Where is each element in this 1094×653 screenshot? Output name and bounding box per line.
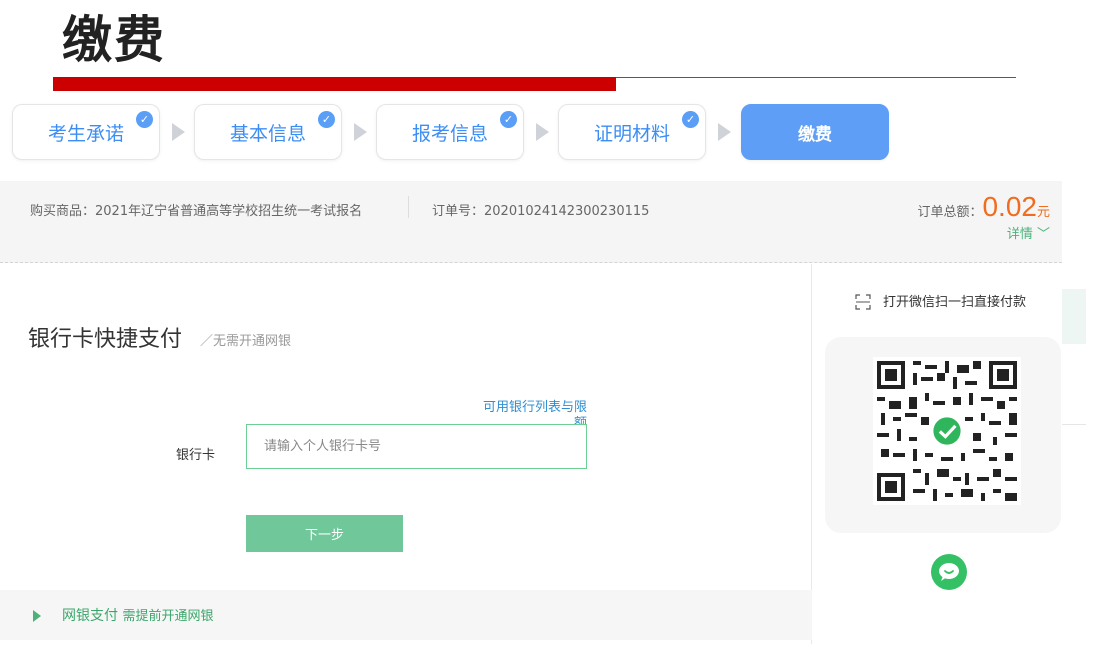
chevron-down-icon: ﹀ <box>1036 227 1050 242</box>
order-detail-toggle[interactable]: 详情 ﹀ <box>1007 223 1050 242</box>
title-rule-accent <box>53 77 616 91</box>
card-label: 银行卡 <box>176 448 216 463</box>
step-payment[interactable]: 缴费 <box>741 104 889 160</box>
order-number: 订单号：20201024142300230115 <box>432 204 650 219</box>
wechat-tip: 打开微信扫一扫直接付款 <box>883 295 1027 310</box>
divider <box>1062 424 1086 425</box>
page-title: 缴费 <box>62 11 166 69</box>
divider <box>408 196 409 218</box>
step-label: 基本信息 <box>229 122 306 145</box>
triangle-right-icon <box>33 610 41 622</box>
bank-card-pay-panel: 银行卡快捷支付 ／无需开通网银 可用银行列表与限额 银行卡 下一步 网银支付 需… <box>0 264 812 644</box>
bank-pay-subtitle-text: 无需开通网银 <box>213 334 292 349</box>
bank-pay-title: 银行卡快捷支付 <box>28 327 183 352</box>
qr-card <box>825 337 1061 533</box>
step-label: 考生承诺 <box>47 122 124 145</box>
order-total: 订单总额：0.02元 <box>917 191 1050 223</box>
scan-icon <box>855 294 871 310</box>
step-basic-info[interactable]: 基本信息 ✓ <box>194 104 342 160</box>
check-circle-icon: ✓ <box>682 111 699 128</box>
order-total-amount: 0.02 <box>982 191 1037 222</box>
background-panel-edge <box>1062 289 1086 344</box>
wechat-pay-panel: 打开微信扫一扫直接付款 <box>813 264 1063 644</box>
netbank-pay-toggle[interactable]: 网银支付 需提前开通网银 <box>62 605 213 625</box>
order-total-unit: 元 <box>1036 205 1050 220</box>
step-exam-info[interactable]: 报考信息 ✓ <box>376 104 524 160</box>
step-arrow-icon <box>536 123 549 141</box>
wechat-icon[interactable] <box>931 554 967 590</box>
step-label: 证明材料 <box>593 122 670 145</box>
check-circle-icon: ✓ <box>318 111 335 128</box>
netbank-note: 需提前开通网银 <box>122 609 214 624</box>
step-arrow-icon <box>718 123 731 141</box>
bank-card-input[interactable] <box>246 424 587 469</box>
step-arrow-icon <box>172 123 185 141</box>
bank-pay-subtitle: ／无需开通网银 <box>200 330 291 349</box>
order-detail-label: 详情 <box>1006 227 1033 242</box>
step-bar: 考生承诺 ✓ 基本信息 ✓ 报考信息 ✓ 证明材料 ✓ 缴费 <box>12 104 892 160</box>
step-promise[interactable]: 考生承诺 ✓ <box>12 104 160 160</box>
next-button[interactable]: 下一步 <box>246 515 403 552</box>
step-arrow-icon <box>354 123 367 141</box>
order-summary: 购买商品：2021年辽宁省普通高等学校招生统一考试报名 订单号：20201024… <box>0 181 1062 263</box>
netbank-pay-row[interactable]: 网银支付 需提前开通网银 <box>0 590 812 640</box>
step-label: 缴费 <box>798 124 832 145</box>
netbank-label: 网银支付 <box>62 608 118 624</box>
slash-icon: ／ <box>200 334 214 349</box>
order-product: 购买商品：2021年辽宁省普通高等学校招生统一考试报名 <box>30 204 363 219</box>
order-total-label: 订单总额： <box>917 205 983 220</box>
step-label: 报考信息 <box>411 122 488 145</box>
check-circle-icon: ✓ <box>500 111 517 128</box>
qr-code-icon <box>873 357 1021 505</box>
step-documents[interactable]: 证明材料 ✓ <box>558 104 706 160</box>
check-circle-icon: ✓ <box>136 111 153 128</box>
